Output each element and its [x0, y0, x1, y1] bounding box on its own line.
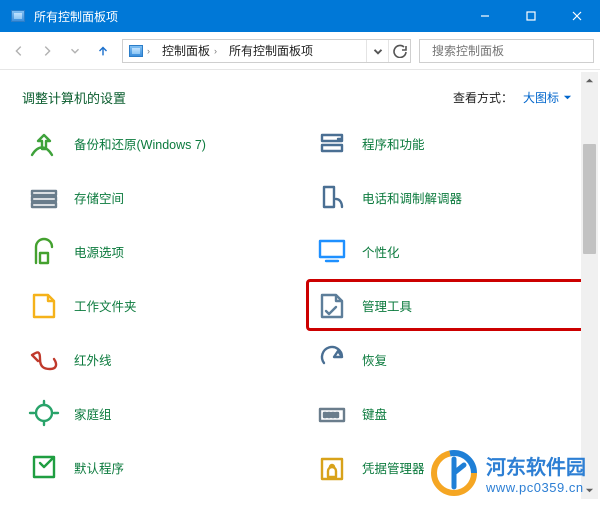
- item-infrared-icon: [24, 339, 64, 379]
- item-phone-modem-icon: [312, 177, 352, 217]
- item-homegroup-label: 家庭组: [74, 404, 112, 423]
- item-ease-of-access-icon: [24, 501, 64, 504]
- item-credential-manager[interactable]: 凭据管理器: [308, 443, 590, 491]
- recent-dropdown[interactable]: [62, 38, 88, 64]
- item-personalization[interactable]: 个性化: [308, 227, 590, 275]
- item-power-options-label: 电源选项: [74, 242, 124, 261]
- view-mode-dropdown[interactable]: 大图标: [523, 89, 572, 106]
- item-programs-features-icon: [312, 123, 352, 163]
- scroll-up[interactable]: [581, 72, 598, 89]
- address-dropdown[interactable]: [366, 40, 388, 62]
- item-personalization-icon: [312, 231, 352, 271]
- search-box[interactable]: [419, 39, 594, 63]
- item-keyboard-icon: [312, 393, 352, 433]
- page-title: 调整计算机的设置: [22, 88, 453, 107]
- item-work-folders[interactable]: 工作文件夹: [20, 281, 302, 329]
- search-input[interactable]: [432, 44, 587, 58]
- breadcrumb-all-items[interactable]: 所有控制面板项: [223, 40, 319, 62]
- refresh-button[interactable]: [388, 40, 410, 62]
- item-phone-modem[interactable]: 电话和调制解调器: [308, 173, 590, 221]
- item-infrared-label: 红外线: [74, 350, 112, 369]
- window-title: 所有控制面板项: [30, 8, 462, 25]
- item-work-folders-label: 工作文件夹: [74, 296, 137, 315]
- address-bar[interactable]: › 控制面板› 所有控制面板项: [122, 39, 411, 63]
- scrollbar[interactable]: [581, 72, 598, 499]
- item-infrared[interactable]: 红外线: [20, 335, 302, 383]
- scroll-down[interactable]: [581, 482, 598, 499]
- item-keyboard[interactable]: 键盘: [308, 389, 590, 437]
- item-recovery-label: 恢复: [362, 350, 387, 369]
- item-ease-of-access[interactable]: 轻松使用设置中心: [20, 497, 302, 504]
- item-phone-modem-label: 电话和调制解调器: [362, 188, 462, 207]
- maximize-button[interactable]: [508, 0, 554, 32]
- item-work-folders-icon: [24, 285, 64, 325]
- view-label: 查看方式：: [453, 89, 513, 106]
- item-storage-spaces-icon: [24, 177, 64, 217]
- breadcrumb-root[interactable]: ›: [123, 40, 156, 62]
- item-credential-manager-icon: [312, 447, 352, 487]
- item-region-icon: [312, 501, 352, 504]
- item-storage-spaces-label: 存储空间: [74, 188, 124, 207]
- item-recovery-icon: [312, 339, 352, 379]
- chevron-down-icon: [563, 93, 572, 102]
- item-credential-manager-label: 凭据管理器: [362, 458, 425, 477]
- item-backup-restore-icon: [24, 123, 64, 163]
- scroll-thumb[interactable]: [583, 144, 596, 254]
- item-admin-tools[interactable]: 管理工具: [308, 281, 590, 329]
- item-homegroup[interactable]: 家庭组: [20, 389, 302, 437]
- item-default-programs-label: 默认程序: [74, 458, 124, 477]
- up-button[interactable]: [90, 38, 116, 64]
- breadcrumb-control-panel[interactable]: 控制面板›: [156, 40, 223, 62]
- content-area: 备份和还原(Windows 7) 程序和功能存储空间 电话和调制解调器电源选项 个性化…: [0, 117, 600, 504]
- item-admin-tools-label: 管理工具: [362, 296, 412, 315]
- item-backup-restore[interactable]: 备份和还原(Windows 7): [20, 119, 302, 167]
- item-personalization-label: 个性化: [362, 242, 400, 261]
- forward-button[interactable]: [34, 38, 60, 64]
- item-homegroup-icon: [24, 393, 64, 433]
- item-keyboard-label: 键盘: [362, 404, 387, 423]
- close-button[interactable]: [554, 0, 600, 32]
- back-button[interactable]: [6, 38, 32, 64]
- item-programs-features[interactable]: 程序和功能: [308, 119, 590, 167]
- item-default-programs[interactable]: 默认程序: [20, 443, 302, 491]
- app-icon: [6, 10, 30, 22]
- item-power-options-icon: [24, 231, 64, 271]
- item-admin-tools-icon: [312, 285, 352, 325]
- titlebar: 所有控制面板项: [0, 0, 600, 32]
- item-recovery[interactable]: 恢复: [308, 335, 590, 383]
- heading-row: 调整计算机的设置 查看方式： 大图标: [0, 70, 600, 117]
- item-programs-features-label: 程序和功能: [362, 134, 425, 153]
- navbar: › 控制面板› 所有控制面板项: [0, 32, 600, 70]
- item-power-options[interactable]: 电源选项: [20, 227, 302, 275]
- item-backup-restore-label: 备份和还原(Windows 7): [74, 134, 206, 153]
- minimize-button[interactable]: [462, 0, 508, 32]
- item-default-programs-icon: [24, 447, 64, 487]
- item-storage-spaces[interactable]: 存储空间: [20, 173, 302, 221]
- item-region[interactable]: 区域: [308, 497, 590, 504]
